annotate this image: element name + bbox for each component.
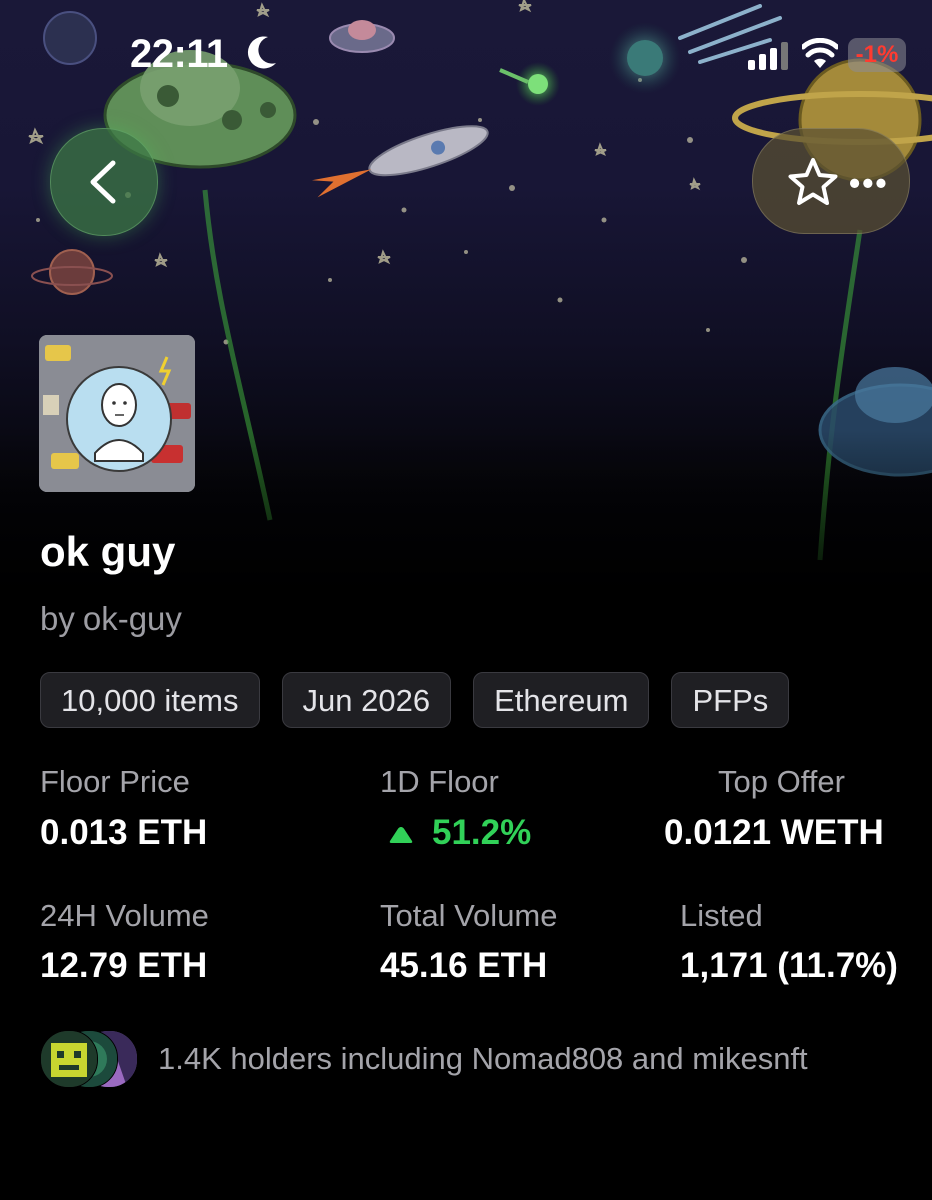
holders-row[interactable]: 1.4K holders including Nomad808 and mike… [40,1030,808,1088]
collection-tags: 10,000 items Jun 2026 Ethereum PFPs [40,672,790,728]
volume-24h-value: 12.79 ETH [40,946,208,985]
tag-chain[interactable]: Ethereum [473,672,650,728]
battery-label: -1% [855,41,899,68]
tag-item-count[interactable]: 10,000 items [40,672,260,728]
holders-summary: 1.4K holders including Nomad808 and mike… [158,1041,808,1076]
floor-price-value: 0.013 ETH [40,813,208,852]
collection-name: ok guy [40,528,176,575]
creator-line: by ok-guy [40,600,182,638]
volume-24h-label: 24H Volume [40,898,209,933]
creator-link[interactable]: ok-guy [83,600,182,637]
back-button[interactable] [50,128,158,236]
battery-indicator: -1% [848,38,906,72]
star-icon[interactable] [787,157,839,207]
holder-avatar [40,1030,98,1088]
top-offer-label: Top Offer [718,764,845,799]
ok-guy-artwork [39,335,195,492]
cellular-signal-icon [748,42,788,70]
holder-avatars [40,1030,140,1088]
tag-created-date[interactable]: Jun 2026 [281,672,452,728]
collection-banner [0,0,932,620]
listed-label: Listed [680,898,763,933]
header-actions: ••• [752,128,910,234]
total-volume-label: Total Volume [380,898,558,933]
collection-avatar [39,335,195,492]
floor-1d-label: 1D Floor [380,764,499,799]
chevron-left-icon [90,160,116,204]
floor-price-label: Floor Price [40,764,190,799]
listed-value: 1,171 (11.7%) [680,946,898,985]
total-volume-value: 45.16 ETH [380,946,548,985]
triangle-up-icon [389,826,413,843]
status-time: 22:11 [130,32,228,76]
floor-1d-value: 51.2% [432,813,532,852]
ellipsis-icon[interactable]: ••• [849,167,889,199]
top-offer-value: 0.0121 WETH [664,813,884,852]
floor-1d-change: 51.2% [388,813,531,853]
wifi-icon [802,38,838,68]
space-illustration [0,0,932,620]
tag-category[interactable]: PFPs [671,672,790,728]
moon-icon [247,36,276,69]
by-label: by [40,600,75,637]
